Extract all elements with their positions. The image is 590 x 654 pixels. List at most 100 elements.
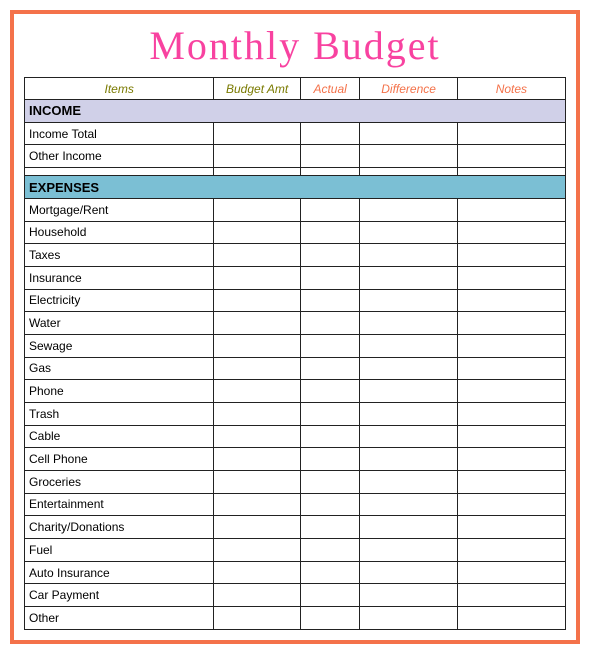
row-value-cell[interactable]	[360, 198, 457, 221]
row-value-cell[interactable]	[457, 470, 565, 493]
row-value-cell[interactable]	[214, 584, 301, 607]
row-value-cell[interactable]	[300, 561, 360, 584]
row-item-label: Other	[25, 607, 214, 630]
row-value-cell[interactable]	[300, 289, 360, 312]
row-value-cell[interactable]	[360, 561, 457, 584]
row-value-cell[interactable]	[300, 145, 360, 168]
row-value-cell[interactable]	[300, 221, 360, 244]
row-value-cell[interactable]	[214, 198, 301, 221]
row-value-cell[interactable]	[214, 607, 301, 630]
row-value-cell[interactable]	[360, 402, 457, 425]
row-value-cell[interactable]	[360, 221, 457, 244]
row-value-cell[interactable]	[300, 425, 360, 448]
row-value-cell[interactable]	[457, 539, 565, 562]
row-value-cell[interactable]	[214, 312, 301, 335]
table-row: Gas	[25, 357, 566, 380]
row-item-label: Sewage	[25, 334, 214, 357]
table-row: Other	[25, 607, 566, 630]
row-value-cell[interactable]	[300, 380, 360, 403]
row-value-cell[interactable]	[300, 244, 360, 267]
row-value-cell[interactable]	[457, 198, 565, 221]
row-value-cell[interactable]	[300, 516, 360, 539]
row-value-cell[interactable]	[214, 334, 301, 357]
row-value-cell[interactable]	[360, 493, 457, 516]
row-value-cell[interactable]	[300, 198, 360, 221]
table-row: Other Income	[25, 145, 566, 168]
row-item-label: Taxes	[25, 244, 214, 267]
row-value-cell[interactable]	[360, 607, 457, 630]
row-value-cell[interactable]	[457, 145, 565, 168]
row-value-cell[interactable]	[457, 289, 565, 312]
row-value-cell[interactable]	[214, 221, 301, 244]
row-value-cell[interactable]	[457, 244, 565, 267]
row-value-cell[interactable]	[300, 539, 360, 562]
row-value-cell[interactable]	[300, 334, 360, 357]
row-value-cell[interactable]	[457, 561, 565, 584]
row-value-cell[interactable]	[214, 266, 301, 289]
row-value-cell[interactable]	[360, 266, 457, 289]
header-difference: Difference	[360, 78, 457, 100]
row-value-cell[interactable]	[300, 493, 360, 516]
row-value-cell[interactable]	[300, 607, 360, 630]
row-value-cell[interactable]	[214, 145, 301, 168]
row-value-cell[interactable]	[360, 334, 457, 357]
row-value-cell[interactable]	[214, 122, 301, 145]
row-value-cell[interactable]	[214, 425, 301, 448]
row-value-cell[interactable]	[457, 493, 565, 516]
table-row: Cell Phone	[25, 448, 566, 471]
row-value-cell[interactable]	[300, 312, 360, 335]
row-value-cell[interactable]	[360, 244, 457, 267]
row-value-cell[interactable]	[360, 539, 457, 562]
table-row: Sewage	[25, 334, 566, 357]
row-value-cell[interactable]	[214, 448, 301, 471]
table-row: Trash	[25, 402, 566, 425]
row-value-cell[interactable]	[457, 516, 565, 539]
row-value-cell[interactable]	[457, 334, 565, 357]
row-value-cell[interactable]	[300, 266, 360, 289]
row-value-cell[interactable]	[457, 402, 565, 425]
row-value-cell[interactable]	[457, 122, 565, 145]
row-value-cell[interactable]	[360, 122, 457, 145]
row-value-cell[interactable]	[360, 357, 457, 380]
table-row: Entertainment	[25, 493, 566, 516]
row-value-cell[interactable]	[457, 221, 565, 244]
row-value-cell[interactable]	[360, 380, 457, 403]
row-value-cell[interactable]	[214, 516, 301, 539]
row-value-cell[interactable]	[300, 584, 360, 607]
row-value-cell[interactable]	[457, 266, 565, 289]
row-value-cell[interactable]	[457, 312, 565, 335]
row-value-cell[interactable]	[360, 584, 457, 607]
row-value-cell[interactable]	[360, 470, 457, 493]
row-value-cell[interactable]	[300, 448, 360, 471]
row-value-cell[interactable]	[300, 470, 360, 493]
row-value-cell[interactable]	[214, 493, 301, 516]
row-value-cell[interactable]	[214, 357, 301, 380]
row-value-cell[interactable]	[457, 425, 565, 448]
row-value-cell[interactable]	[214, 539, 301, 562]
row-item-label: Car Payment	[25, 584, 214, 607]
table-header-row: Items Budget Amt Actual Difference Notes	[25, 78, 566, 100]
row-item-label: Cable	[25, 425, 214, 448]
row-value-cell[interactable]	[300, 122, 360, 145]
row-value-cell[interactable]	[214, 289, 301, 312]
row-value-cell[interactable]	[360, 312, 457, 335]
header-notes: Notes	[457, 78, 565, 100]
row-value-cell[interactable]	[457, 448, 565, 471]
row-value-cell[interactable]	[360, 145, 457, 168]
row-value-cell[interactable]	[300, 357, 360, 380]
row-value-cell[interactable]	[214, 402, 301, 425]
row-value-cell[interactable]	[360, 425, 457, 448]
row-value-cell[interactable]	[457, 584, 565, 607]
row-value-cell[interactable]	[457, 607, 565, 630]
row-value-cell[interactable]	[360, 448, 457, 471]
row-value-cell[interactable]	[214, 470, 301, 493]
row-value-cell[interactable]	[300, 402, 360, 425]
row-value-cell[interactable]	[214, 380, 301, 403]
row-value-cell[interactable]	[214, 244, 301, 267]
row-item-label: Mortgage/Rent	[25, 198, 214, 221]
row-value-cell[interactable]	[457, 380, 565, 403]
row-value-cell[interactable]	[214, 561, 301, 584]
row-value-cell[interactable]	[360, 289, 457, 312]
row-value-cell[interactable]	[360, 516, 457, 539]
row-value-cell[interactable]	[457, 357, 565, 380]
